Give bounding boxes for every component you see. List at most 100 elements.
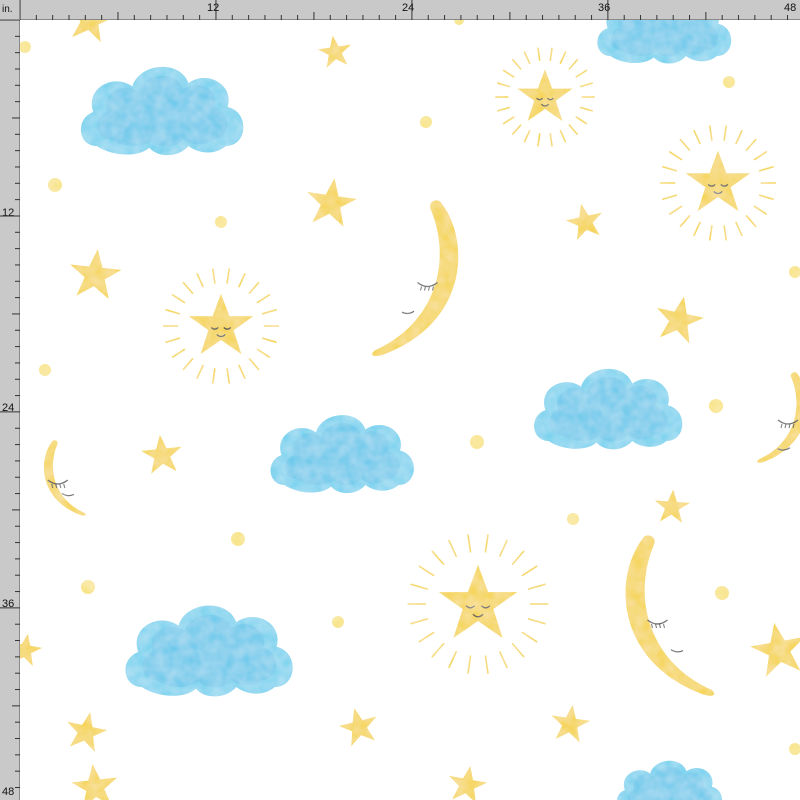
moon-icon: [757, 372, 800, 463]
moon-icon: [43, 440, 86, 516]
sun-ray: [575, 69, 588, 78]
sun-ray: [410, 583, 429, 590]
sun-ray: [521, 565, 538, 577]
dot-icon: [48, 178, 62, 192]
sun-ray: [431, 643, 445, 658]
sun-ray: [418, 631, 435, 643]
moon-smile: [61, 492, 75, 497]
moon-icon: [372, 200, 459, 357]
sun-star-body: [685, 150, 751, 211]
dot-icon: [39, 364, 51, 376]
sun-ray: [171, 294, 186, 304]
sun-ray: [559, 51, 567, 64]
star-icon: [747, 618, 800, 679]
sun-ray: [196, 364, 204, 380]
sun-ray: [758, 166, 774, 172]
sun-ray: [226, 268, 230, 284]
sun-ray: [238, 272, 246, 288]
sun-ray: [537, 133, 541, 147]
sun-ray: [668, 205, 683, 215]
sun-ray: [735, 221, 743, 237]
sun-ray: [723, 225, 727, 241]
dot-icon: [567, 513, 579, 525]
sun-ray: [745, 138, 757, 152]
sun-ray: [521, 631, 538, 643]
sun-ray: [523, 51, 531, 64]
ruler-left: 12 24 36 48: [0, 0, 20, 800]
star-icon: [20, 630, 45, 668]
sun-ray: [467, 655, 472, 674]
eyelash: [424, 286, 426, 291]
sun-ray: [410, 618, 429, 625]
eyelash: [432, 286, 434, 291]
sun-ray: [549, 133, 553, 147]
sun-ray: [568, 124, 579, 135]
eyelash: [659, 623, 661, 629]
sun-ray: [662, 166, 678, 172]
sun-ray: [182, 281, 194, 295]
sun-ray: [212, 368, 216, 384]
star-icon: [69, 761, 120, 800]
eyelash: [59, 483, 62, 489]
sun-ray: [448, 651, 457, 669]
pattern-art: [20, 20, 800, 800]
ruler-unit: in.: [0, 0, 20, 20]
sun-ray: [484, 655, 489, 674]
moon-body: [757, 372, 800, 463]
eyelash: [784, 423, 787, 429]
sun-ray: [499, 651, 508, 669]
star-icon: [651, 291, 708, 346]
sun-star-body: [188, 293, 254, 354]
sun-ray: [502, 69, 515, 78]
sun-ray: [758, 194, 774, 200]
sun-star-icon: [407, 534, 549, 674]
moon-body: [625, 535, 715, 696]
star-icon: [563, 200, 607, 242]
sun-ray: [496, 82, 511, 88]
sun-ray: [448, 539, 457, 557]
sun-ray: [171, 348, 186, 358]
ruler-left-ticks: [0, 19, 20, 789]
dot-icon: [470, 435, 484, 449]
star-icon: [63, 20, 117, 44]
star-icon: [303, 174, 360, 228]
sun-ray: [753, 151, 768, 161]
sun-ray: [527, 583, 546, 590]
moon-icon: [625, 535, 715, 696]
moon-shape: [43, 440, 86, 516]
sun-ray: [709, 125, 713, 141]
dot-icon: [420, 116, 432, 128]
sun-ray: [693, 129, 701, 145]
star-icon: [653, 488, 691, 524]
pattern-canvas: [20, 20, 800, 800]
sun-ray: [502, 116, 515, 125]
moon-shape: [372, 200, 459, 357]
dot-icon: [332, 616, 344, 628]
dot-icon: [215, 216, 227, 228]
dot-icon: [715, 586, 729, 600]
eyelash: [651, 623, 653, 629]
dot-icon: [789, 743, 800, 755]
ruler-top: 12 24 36 48: [0, 0, 800, 20]
sun-star-icon: [659, 125, 777, 241]
sun-ray: [511, 550, 525, 565]
sun-star-icon: [494, 47, 596, 147]
sun-ray: [212, 268, 216, 284]
sun-ray: [261, 337, 277, 343]
sun-ray: [662, 194, 678, 200]
sun-ray: [735, 129, 743, 145]
sun-ray: [431, 550, 445, 565]
sun-ray: [753, 205, 768, 215]
star-icon: [139, 432, 184, 475]
sun-ray: [511, 59, 522, 70]
sun-ray: [693, 221, 701, 237]
sun-ray: [226, 368, 230, 384]
sun-ray: [575, 116, 588, 125]
sun-ray: [745, 214, 757, 228]
cloud-icon: [125, 605, 293, 697]
sun-ray: [499, 539, 508, 557]
star-icon: [335, 703, 382, 748]
sun-ray: [248, 281, 260, 295]
sun-ray: [668, 151, 683, 161]
sun-ray: [723, 125, 727, 141]
